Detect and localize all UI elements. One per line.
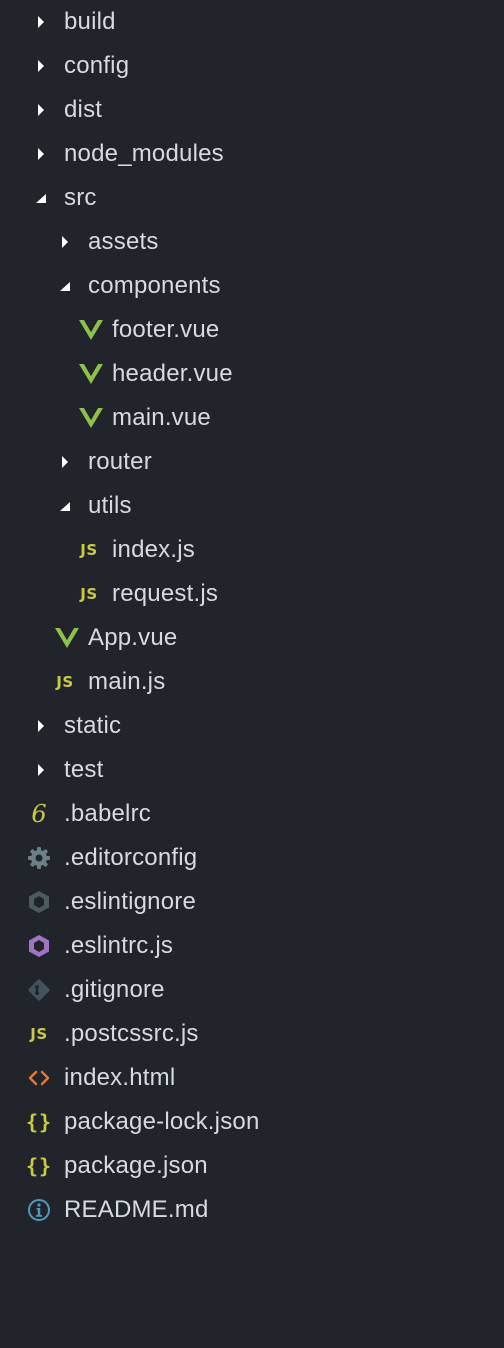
- tree-item-label: main.js: [88, 668, 166, 695]
- tree-item-label: main.vue: [112, 404, 211, 431]
- tree-item-footer-vue[interactable]: footer.vue: [0, 308, 504, 352]
- tree-item-label: static: [64, 712, 122, 739]
- tree-item-router[interactable]: router: [0, 440, 504, 484]
- tree-item-label: footer.vue: [112, 316, 220, 343]
- js-icon: JS: [80, 541, 98, 559]
- tree-item-eslintrc-js[interactable]: .eslintrc.js: [0, 924, 504, 968]
- tree-item-label: components: [88, 272, 221, 299]
- tree-item-package-json[interactable]: {} package.json: [0, 1144, 504, 1188]
- tree-item-label: .eslintignore: [64, 888, 197, 915]
- tree-item-babelrc[interactable]: 6 .babelrc: [0, 792, 504, 836]
- tree-item-label: node_modules: [64, 140, 224, 167]
- tree-item-label: index.js: [112, 536, 195, 563]
- info-icon: [26, 1188, 52, 1232]
- file-explorer-tree: build config dist node_modules src asset…: [0, 0, 504, 1348]
- tree-item-assets[interactable]: assets: [0, 220, 504, 264]
- chevron-right-icon: [28, 44, 54, 88]
- chevron-right-icon: [28, 0, 54, 44]
- tree-item-label: config: [64, 52, 130, 79]
- babel-icon: 6: [31, 800, 47, 828]
- chevron-right-icon: [28, 132, 54, 176]
- vue-icon: [78, 352, 104, 396]
- tree-item-label: index.html: [64, 1064, 176, 1091]
- tree-item-label: utils: [88, 492, 132, 519]
- tree-item-gitignore[interactable]: .gitignore: [0, 968, 504, 1012]
- tree-item-request-js[interactable]: JS request.js: [0, 572, 504, 616]
- tree-item-eslintignore[interactable]: .eslintignore: [0, 880, 504, 924]
- chevron-right-icon: [52, 220, 78, 264]
- tree-item-label: router: [88, 448, 152, 475]
- eslint-ignore-icon: [26, 880, 52, 924]
- tree-item-readme-md[interactable]: README.md: [0, 1188, 504, 1232]
- tree-item-label: build: [64, 8, 116, 35]
- tree-item-index-html[interactable]: index.html: [0, 1056, 504, 1100]
- tree-item-label: .gitignore: [64, 976, 165, 1003]
- tree-item-test[interactable]: test: [0, 748, 504, 792]
- js-icon: JS: [30, 1025, 48, 1043]
- gear-icon: [26, 836, 52, 880]
- tree-item-label: dist: [64, 96, 103, 123]
- tree-item-label: .babelrc: [64, 800, 151, 827]
- vue-icon: [54, 616, 80, 660]
- chevron-down-icon: [52, 484, 78, 528]
- tree-item-index-js[interactable]: JS index.js: [0, 528, 504, 572]
- json-icon: {}: [25, 1110, 53, 1134]
- tree-item-label: package.json: [64, 1152, 208, 1179]
- tree-item-label: header.vue: [112, 360, 233, 387]
- tree-item-dist[interactable]: dist: [0, 88, 504, 132]
- tree-item-utils[interactable]: utils: [0, 484, 504, 528]
- tree-item-package-lock-json[interactable]: {} package-lock.json: [0, 1100, 504, 1144]
- tree-item-components[interactable]: components: [0, 264, 504, 308]
- tree-item-main-js[interactable]: JS main.js: [0, 660, 504, 704]
- tree-item-app-vue[interactable]: App.vue: [0, 616, 504, 660]
- tree-item-label: .eslintrc.js: [64, 932, 174, 959]
- tree-item-editorconfig[interactable]: .editorconfig: [0, 836, 504, 880]
- tree-item-build[interactable]: build: [0, 0, 504, 44]
- js-icon: JS: [56, 673, 74, 691]
- js-icon: JS: [80, 585, 98, 603]
- tree-item-src[interactable]: src: [0, 176, 504, 220]
- tree-item-label: src: [64, 184, 97, 211]
- tree-item-static[interactable]: static: [0, 704, 504, 748]
- tree-item-header-vue[interactable]: header.vue: [0, 352, 504, 396]
- json-icon: {}: [25, 1154, 53, 1178]
- vue-icon: [78, 396, 104, 440]
- eslint-icon: [26, 924, 52, 968]
- tree-item-postcssrc-js[interactable]: JS .postcssrc.js: [0, 1012, 504, 1056]
- chevron-right-icon: [28, 88, 54, 132]
- tree-item-label: assets: [88, 228, 159, 255]
- tree-item-label: .editorconfig: [64, 844, 198, 871]
- tree-item-label: request.js: [112, 580, 219, 607]
- chevron-right-icon: [28, 748, 54, 792]
- tree-item-label: test: [64, 756, 104, 783]
- chevron-right-icon: [52, 440, 78, 484]
- tree-item-main-vue[interactable]: main.vue: [0, 396, 504, 440]
- git-icon: [26, 968, 52, 1012]
- html-icon: [26, 1056, 52, 1100]
- tree-item-label: App.vue: [88, 624, 178, 651]
- chevron-down-icon: [28, 176, 54, 220]
- chevron-down-icon: [52, 264, 78, 308]
- tree-item-label: package-lock.json: [64, 1108, 260, 1135]
- tree-item-config[interactable]: config: [0, 44, 504, 88]
- chevron-right-icon: [28, 704, 54, 748]
- tree-item-label: README.md: [64, 1196, 209, 1223]
- vue-icon: [78, 308, 104, 352]
- tree-item-node-modules[interactable]: node_modules: [0, 132, 504, 176]
- tree-item-label: .postcssrc.js: [64, 1020, 199, 1047]
